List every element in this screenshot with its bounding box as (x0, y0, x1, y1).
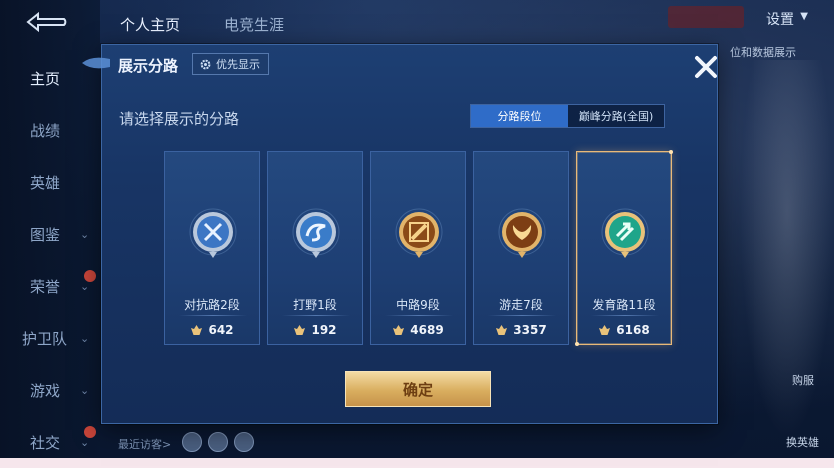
lane-score: 6168 (577, 323, 671, 337)
divider (591, 315, 659, 316)
recent-visitors-label[interactable]: 最近访客> (118, 436, 171, 452)
display-hint: 位和数据展示 (730, 46, 796, 59)
gold-wand-emblem-icon (395, 208, 443, 268)
visitor-avatar[interactable] (182, 432, 202, 452)
lane-mode-toggle: 分路段位 巅峰分路(全国) (470, 104, 665, 128)
bottom-strip (0, 458, 834, 468)
sidebar-item-label: 主页 (30, 69, 61, 88)
lane-display-dialog: 展示分路 优先显示 请选择展示的分路 分路段位 巅峰分路(全国) 对抗路2段 64… (82, 44, 718, 424)
score-crest-icon (294, 325, 306, 335)
sidebar-item-label: 社交 (30, 433, 61, 452)
jade-arrow-emblem-icon (601, 208, 649, 268)
close-button[interactable] (689, 50, 723, 84)
lane-card[interactable]: 发育路11段 6168 (575, 150, 673, 346)
lane-rank-label: 中路9段 (396, 298, 440, 312)
change-hero-label[interactable]: 换英雄 (786, 434, 819, 450)
new-badge-icon (84, 426, 96, 438)
gold-wing-emblem-icon (498, 208, 546, 268)
visitor-avatar[interactable] (234, 432, 254, 452)
lane-score: 642 (165, 323, 259, 337)
lane-score: 4689 (371, 323, 465, 337)
silver-swirl-emblem-icon (292, 208, 340, 268)
new-badge-icon (84, 270, 96, 282)
score-crest-icon (599, 325, 611, 335)
lane-card[interactable]: 打野1段 192 (267, 151, 363, 345)
priority-display-button[interactable]: 优先显示 (192, 53, 269, 75)
tab-personal-home[interactable]: 个人主页 (120, 14, 180, 35)
lane-card[interactable]: 中路9段 4689 (370, 151, 466, 345)
lane-rank-label: 打野1段 (293, 298, 337, 312)
confirm-button[interactable]: 确定 (345, 371, 491, 407)
sidebar-item[interactable]: 图鉴 ⌄ (0, 214, 100, 254)
close-icon (695, 56, 717, 78)
lane-score-value: 6168 (616, 323, 650, 337)
right-label-1[interactable]: 购服 (792, 372, 814, 388)
lane-card[interactable]: 游走7段 3357 (473, 151, 569, 345)
divider (179, 315, 247, 316)
lane-score-value: 3357 (513, 323, 547, 337)
score-crest-icon (496, 325, 508, 335)
hero-portrait (740, 60, 834, 440)
priority-display-label: 优先显示 (216, 58, 260, 71)
score-crest-icon (191, 325, 203, 335)
flag-badge (668, 6, 744, 28)
chevron-down-icon: ⌄ (80, 331, 90, 345)
corner-sparkle-icon (575, 342, 579, 346)
sidebar-item-label: 护卫队 (22, 329, 68, 348)
corner-sparkle-icon (669, 150, 673, 154)
dialog-title: 展示分路 (118, 57, 179, 75)
silver-crossed-swords-emblem-icon (189, 208, 237, 268)
header-ornament-icon (82, 57, 110, 69)
toggle-lane-rank[interactable]: 分路段位 (471, 105, 568, 127)
divider (488, 315, 556, 316)
select-lane-prompt: 请选择展示的分路 (119, 110, 240, 128)
tab-esports-career[interactable]: 电竞生涯 (224, 14, 284, 35)
lane-rank-label: 发育路11段 (592, 298, 656, 312)
sidebar-item-label: 战绩 (30, 121, 61, 140)
chevron-down-icon: ⌄ (80, 383, 90, 397)
settings-button[interactable]: 设置 (766, 9, 794, 29)
divider (385, 315, 453, 316)
sidebar-item-label: 图鉴 (30, 225, 61, 244)
sidebar-item[interactable]: 护卫队 ⌄ (0, 318, 100, 358)
sidebar-item[interactable]: 英雄 (0, 162, 100, 202)
lane-rank-label: 对抗路2段 (184, 298, 240, 312)
lane-card[interactable]: 对抗路2段 642 (164, 151, 260, 345)
divider (282, 315, 350, 316)
sidebar-item[interactable]: 社交 ⌄ (0, 422, 100, 462)
lane-rank-label: 游走7段 (499, 298, 543, 312)
sidebar-item-label: 英雄 (30, 173, 61, 192)
sidebar-item-label: 游戏 (30, 381, 61, 400)
chevron-down-icon: ⌄ (80, 227, 90, 241)
score-crest-icon (393, 325, 405, 335)
sidebar-item-label: 荣誉 (30, 277, 61, 296)
toggle-peak-lane[interactable]: 巅峰分路(全国) (568, 105, 664, 127)
sidebar-item[interactable]: 荣誉 ⌄ (0, 266, 100, 306)
visitor-avatar[interactable] (208, 432, 228, 452)
gear-icon (200, 59, 211, 69)
lane-score: 192 (268, 323, 362, 337)
dialog-header: 展示分路 优先显示 (82, 45, 717, 83)
lane-score-value: 4689 (410, 323, 444, 337)
lane-score-value: 642 (208, 323, 234, 337)
back-arrow-icon[interactable] (22, 10, 72, 34)
lane-score-value: 192 (311, 323, 337, 337)
sidebar-item[interactable]: 游戏 ⌄ (0, 370, 100, 410)
chevron-down-icon: ▼ (800, 11, 808, 22)
lane-score: 3357 (474, 323, 568, 337)
sidebar-item[interactable]: 战绩 (0, 110, 100, 150)
